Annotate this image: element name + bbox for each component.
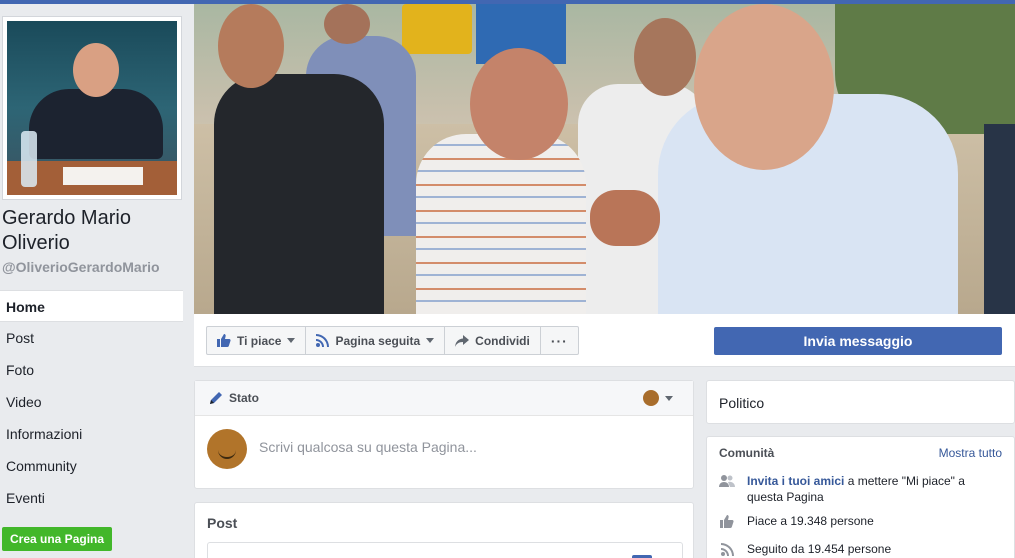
community-card: Comunità Mostra tutto Invita i tuoi amic… [706,436,1015,558]
composer-input[interactable]: Scrivi qualcosa su questa Pagina... [259,439,477,455]
profile-photo-head [73,43,119,97]
send-message-button[interactable]: Invia messaggio [714,327,1002,355]
nav-item-eventi[interactable]: Eventi [0,482,183,514]
page-action-buttons: Ti piace Pagina seguita Condividi ··· [206,326,579,355]
more-icon: ··· [550,332,568,349]
post-item[interactable] [207,542,683,558]
page-title[interactable]: Gerardo Mario Oliverio [2,206,182,256]
more-button[interactable]: ··· [539,326,579,355]
thumbs-up-icon [217,334,231,347]
follow-button-label: Pagina seguita [335,333,421,348]
status-composer: Stato Scrivi qualcosa su questa Pagina..… [194,380,694,489]
profile-photo [7,21,177,195]
nav-item-foto[interactable]: Foto [0,354,183,386]
community-title: Comunità [719,446,775,460]
audience-selector[interactable] [643,390,673,406]
profile-photo-bottle [21,131,37,187]
nav-item-home[interactable]: Home [0,290,183,322]
cover-person-light-blue-head [694,4,834,170]
cover-photo[interactable] [194,4,1015,314]
see-all-link[interactable]: Mostra tutto [939,446,1002,460]
rss-icon [316,334,330,347]
likes-row: Piace a 19.348 persone [719,513,999,529]
nav-item-post[interactable]: Post [0,322,183,354]
chevron-down-icon [287,338,296,343]
cover-person-purple-head [324,4,370,44]
profile-photo-nameplate [63,167,143,185]
invite-friends-icon [719,473,735,489]
follows-row: Seguito da 19.454 persone [719,541,999,557]
share-button[interactable]: Condividi [444,326,541,355]
chevron-down-icon [426,338,435,343]
cover-handshake [590,190,660,246]
create-page-button[interactable]: Crea una Pagina [2,527,113,551]
nav-item-informazioni[interactable]: Informazioni [0,418,183,450]
invite-text: Invita i tuoi amici a mettere "Mi piace"… [747,473,999,505]
cover-person-black-head [218,4,284,88]
nav-item-community[interactable]: Community [0,450,183,482]
profile-picture[interactable] [2,16,182,200]
page-handle[interactable]: @OliverioGerardoMario [2,259,160,275]
profile-photo-body [29,89,163,159]
follow-button[interactable]: Pagina seguita [305,326,446,355]
category-card: Politico [706,380,1015,424]
composer-tab-status[interactable]: Stato [229,391,259,405]
avatar [207,429,247,469]
composer-tab-bar: Stato [195,381,693,416]
share-button-label: Condividi [475,333,530,348]
category-label[interactable]: Politico [719,395,764,411]
pencil-icon [209,391,223,405]
like-button[interactable]: Ti piace [206,326,307,355]
invite-friends-link[interactable]: Invita i tuoi amici [747,474,844,488]
cover-person-black-shirt [214,74,384,314]
audience-avatar [643,390,659,406]
nav-item-video[interactable]: Video [0,386,183,418]
composer-body: Scrivi qualcosa su questa Pagina... [195,416,693,488]
chevron-down-icon [665,395,673,401]
thumbs-up-icon [719,513,735,529]
cover-person-checked-shirt [416,134,586,314]
cover-person-white-head [634,18,696,96]
like-button-label: Ti piace [237,333,282,348]
page-action-bar: Ti piace Pagina seguita Condividi ··· In… [194,314,1015,367]
share-arrow-icon [455,334,470,347]
likes-count: Piace a 19.348 persone [747,514,874,528]
posts-title: Post [207,515,238,531]
invite-friends-row: Invita i tuoi amici a mettere "Mi piace"… [719,473,999,505]
cover-person-edge [984,124,1015,314]
cover-person-checked-head [470,48,568,160]
rss-icon [719,541,735,557]
cover-excavator [402,4,472,54]
page-nav: Home Post Foto Video Informazioni Commun… [0,290,183,514]
posts-section: Post [194,502,694,558]
follows-count: Seguito da 19.454 persone [747,542,892,556]
